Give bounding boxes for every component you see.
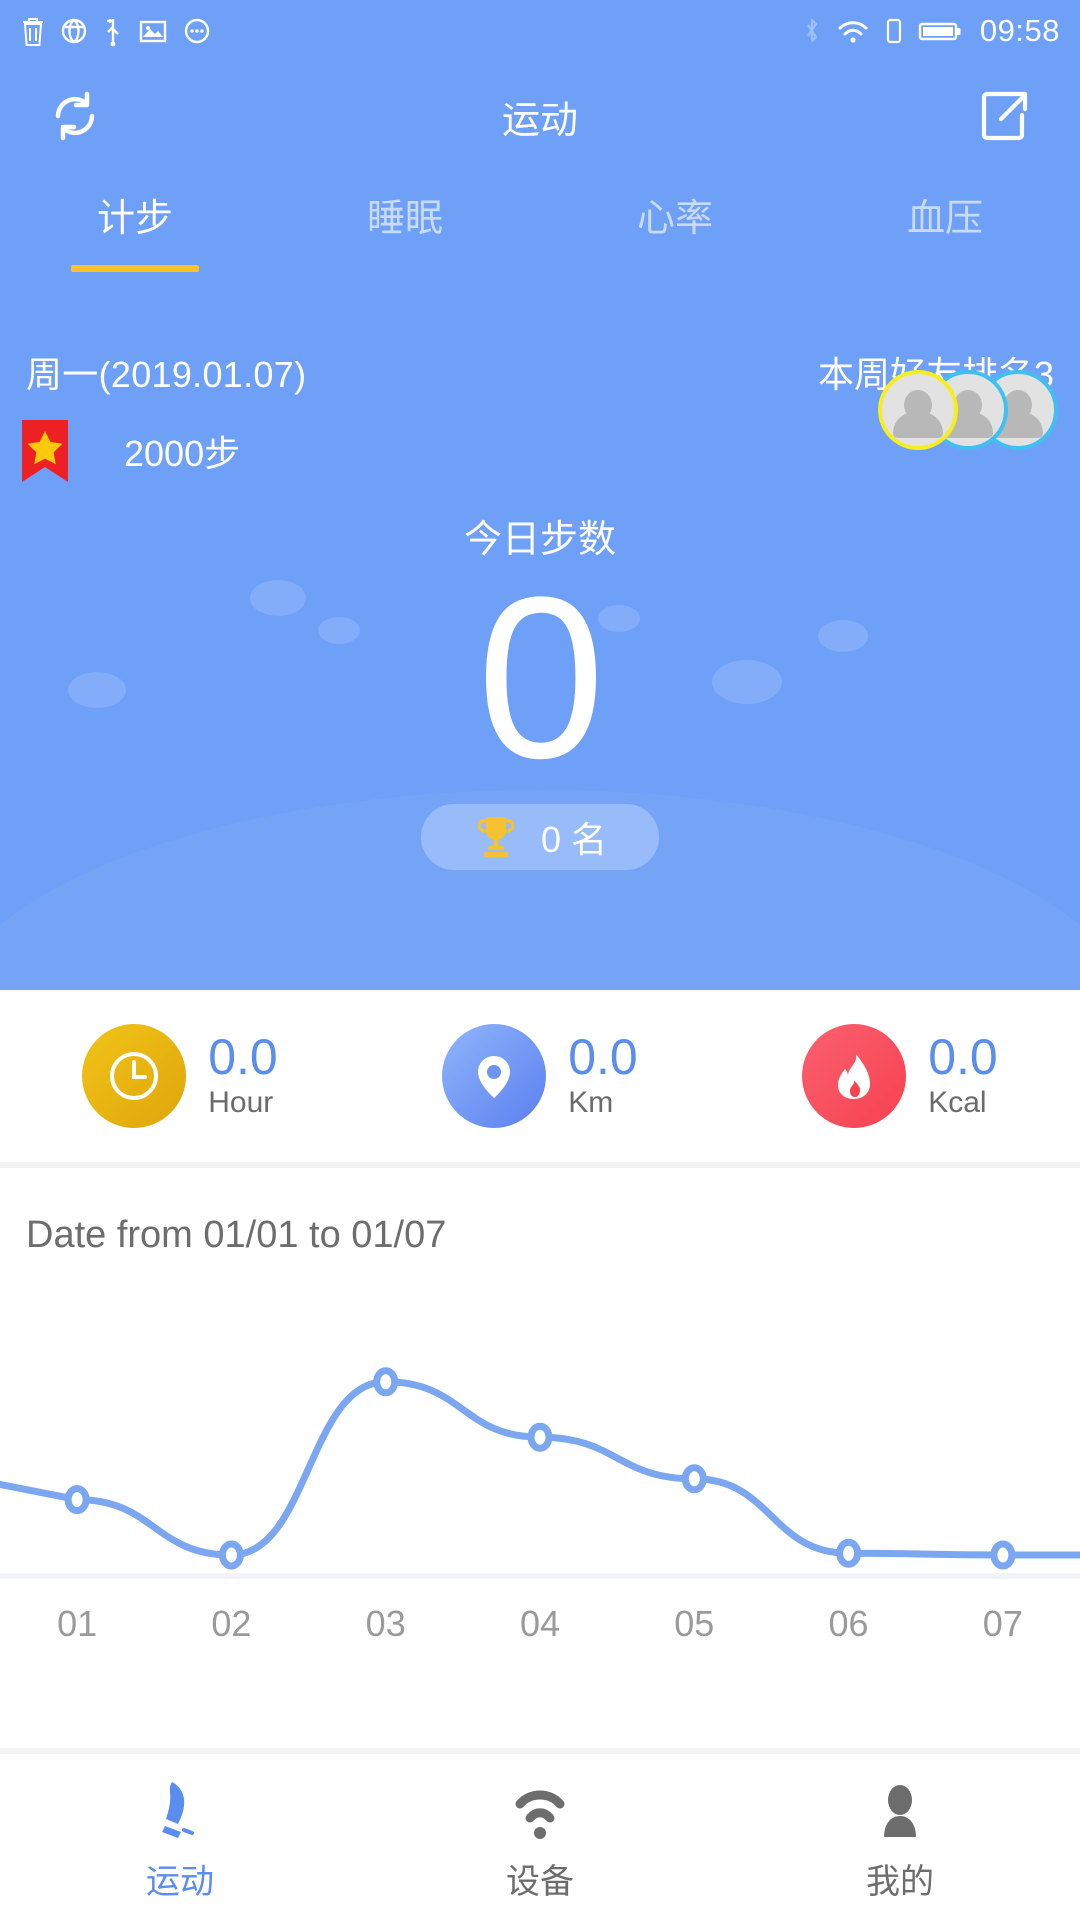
- x-tick-label: 01: [57, 1603, 98, 1644]
- stat-hour[interactable]: 0.0 Hour: [0, 1024, 360, 1128]
- x-tick-label: 04: [519, 1603, 560, 1644]
- x-tick-label: 07: [982, 1603, 1023, 1644]
- stat-calories[interactable]: 0.0 Kcal: [720, 1024, 1080, 1128]
- stat-unit: Hour: [208, 1086, 274, 1119]
- chart-x-axis: 01 02 03 04 05 06 07: [0, 1573, 1080, 1645]
- device-signal-icon: [508, 1772, 572, 1846]
- stat-text: 0.0 Kcal: [928, 1031, 998, 1121]
- stat-unit: Kcal: [928, 1086, 987, 1119]
- stat-text: 0.0 Hour: [208, 1031, 278, 1121]
- x-tick-label: 02: [211, 1603, 252, 1644]
- current-date[interactable]: 周一(2019.01.07): [26, 346, 306, 398]
- status-bar-left-icons: [20, 15, 212, 47]
- chart-plot-area: [0, 1343, 1080, 1573]
- x-tick-label: 03: [365, 1603, 406, 1644]
- tab-label: 睡眠: [366, 198, 443, 240]
- nav-label: 设备: [506, 1862, 574, 1901]
- nav-label: 运动: [146, 1862, 214, 1901]
- battery-icon: [918, 22, 961, 41]
- chart-svg: [0, 1367, 1080, 1570]
- weekly-steps-chart: Date from 01/01 to 01/07 01 02 03 04 05 …: [0, 1168, 1080, 1748]
- ribbon-star-icon: [22, 420, 68, 482]
- avatar[interactable]: [878, 370, 958, 450]
- tab-sleep[interactable]: 睡眠: [270, 192, 540, 246]
- app-title-bar: 运动: [0, 62, 1080, 170]
- chart-title: Date from 01/01 to 01/07: [26, 1214, 447, 1256]
- app-screen: 09:58 运动 计步 睡眠 心率 血压 周一(2019.01.07) 2000…: [0, 0, 1080, 1920]
- image-icon: [139, 20, 167, 43]
- share-button[interactable]: [968, 79, 1042, 153]
- page-title: 运动: [501, 99, 578, 142]
- goal-steps-value: 2000步: [124, 433, 241, 474]
- bottom-navigation: 运动 设备 我的: [0, 1748, 1080, 1920]
- today-steps-value: 0: [477, 549, 605, 806]
- stat-unit: Km: [568, 1086, 614, 1119]
- clock-icon: [82, 1024, 187, 1128]
- location-icon: [442, 1024, 547, 1128]
- stat-distance[interactable]: 0.0 Km: [360, 1024, 720, 1128]
- status-bar-right-icons: 09:58: [802, 13, 1060, 49]
- stat-value: 0.0: [568, 1029, 638, 1085]
- nav-item-profile[interactable]: 我的: [720, 1772, 1080, 1903]
- x-tick-label: 05: [674, 1603, 715, 1644]
- person-icon: [868, 1772, 932, 1846]
- chart-data-point[interactable]: [990, 1540, 1016, 1570]
- tab-label: 计步: [96, 198, 173, 240]
- share-external-icon: [981, 91, 1028, 141]
- status-bar: 09:58: [0, 0, 1080, 62]
- more-icon: [184, 18, 210, 44]
- avatar-body: [893, 412, 943, 438]
- refresh-button[interactable]: [38, 79, 112, 153]
- tab-pedometer[interactable]: 计步: [0, 192, 270, 272]
- refresh-icon: [55, 91, 95, 141]
- stat-value: 0.0: [928, 1029, 998, 1085]
- flame-icon: [802, 1024, 907, 1128]
- chart-data-point[interactable]: [64, 1485, 90, 1515]
- nav-item-device[interactable]: 设备: [360, 1772, 720, 1903]
- tab-active-underline: [71, 265, 199, 272]
- x-tick-label: 06: [828, 1603, 869, 1644]
- wifi-icon: [838, 21, 868, 43]
- rotate-icon: [61, 18, 87, 44]
- chart-data-point[interactable]: [373, 1367, 399, 1397]
- rank-pill[interactable]: 0 名: [421, 804, 659, 870]
- nav-item-sport[interactable]: 运动: [0, 1772, 360, 1903]
- tab-blood-pressure[interactable]: 血压: [810, 192, 1080, 246]
- tab-label: 心率: [636, 198, 713, 240]
- friend-avatars[interactable]: [878, 370, 1058, 450]
- status-bar-clock: 09:58: [979, 13, 1060, 48]
- footprint-icon: [148, 1772, 212, 1846]
- tab-heart-rate[interactable]: 心率: [540, 192, 810, 246]
- usb-icon: [107, 19, 119, 47]
- bluetooth-icon: [807, 18, 818, 43]
- chart-data-point[interactable]: [836, 1538, 862, 1568]
- stats-row: 0.0 Hour 0.0 Km 0.0 Kcal: [0, 990, 1080, 1168]
- chart-line-series: [0, 1378, 1080, 1559]
- trash-icon: [23, 18, 43, 46]
- chart-data-point[interactable]: [527, 1422, 553, 1452]
- trophy-icon: [477, 817, 515, 857]
- chart-data-point[interactable]: [681, 1464, 707, 1494]
- stat-value: 0.0: [208, 1029, 278, 1085]
- rank-count-value: 0 名: [540, 819, 608, 860]
- chart-markers: [64, 1367, 1016, 1570]
- metric-tabs: 计步 睡眠 心率 血压: [0, 170, 1080, 290]
- nav-label: 我的: [866, 1862, 934, 1901]
- sim-icon: [886, 18, 902, 44]
- stat-text: 0.0 Km: [568, 1031, 638, 1121]
- chart-data-point[interactable]: [218, 1540, 244, 1570]
- steps-hero-panel: 09:58 运动 计步 睡眠 心率 血压 周一(2019.01.07) 2000…: [0, 0, 1080, 990]
- tab-label: 血压: [906, 198, 983, 240]
